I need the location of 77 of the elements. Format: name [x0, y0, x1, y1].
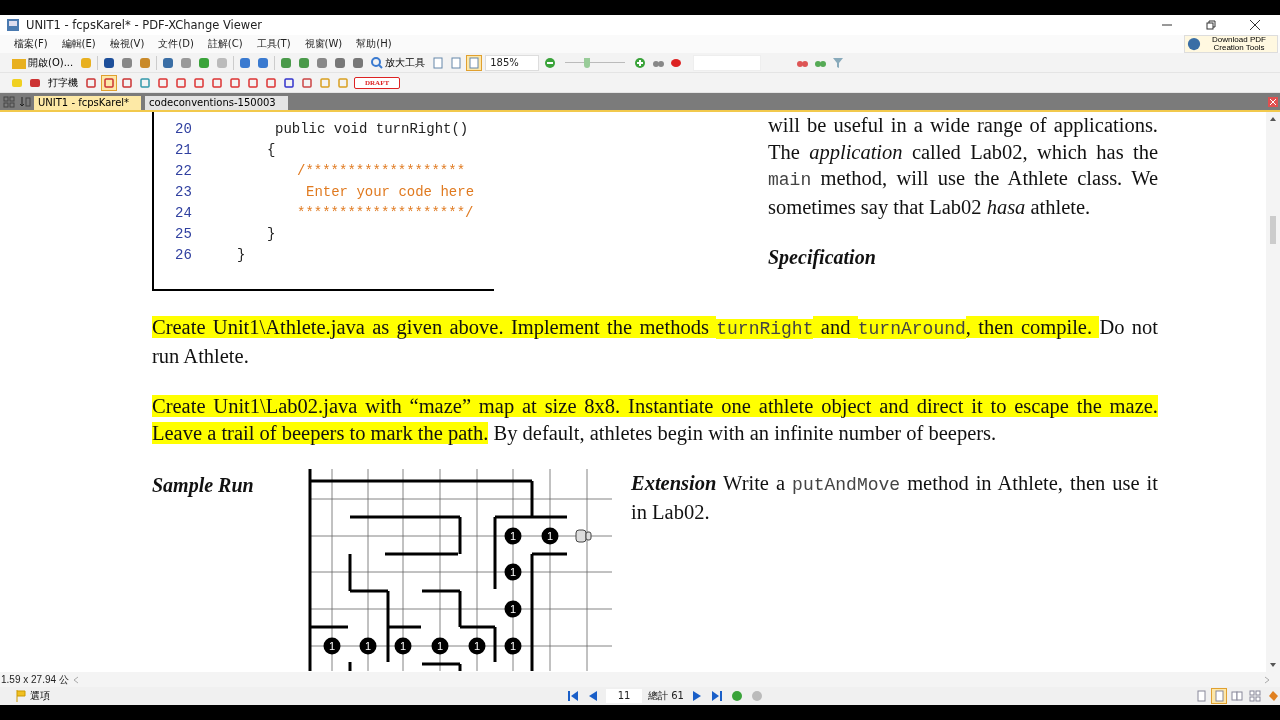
- paragraph: Create Unit1\Lab02.java with “maze” map at size 8x8. Instantiate one athlete object and direct it to escape the maze. Leave a trail of beepers to mark the path. By default, athletes begin with an infinite number of beepers.: [152, 394, 1158, 446]
- menu-item[interactable]: 幫助(H): [356, 37, 392, 51]
- beeper: 1: [504, 637, 522, 655]
- beeper: 1: [323, 637, 341, 655]
- fit-page-icon[interactable]: [449, 55, 464, 70]
- line-number: 23: [174, 183, 193, 203]
- sort-icon[interactable]: [18, 94, 32, 109]
- beeper: 1: [504, 527, 522, 545]
- grid-pages-icon[interactable]: [1248, 689, 1262, 703]
- code-line: ********************/: [297, 204, 474, 224]
- line-number: 26: [174, 246, 193, 266]
- scroll-up-icon[interactable]: [1269, 115, 1277, 123]
- line-number: 22: [174, 162, 193, 182]
- menu-item[interactable]: 文件(D): [158, 37, 194, 51]
- continuous-page-icon[interactable]: [1212, 689, 1226, 703]
- grid-icon[interactable]: [2, 94, 16, 109]
- menu-item[interactable]: 視窗(W): [304, 37, 343, 51]
- restore-icon[interactable]: [1206, 20, 1216, 30]
- beeper: 1: [431, 637, 449, 655]
- code-line: public void turnRight(): [275, 120, 469, 140]
- section-heading: Sample Run: [152, 473, 255, 499]
- zoom-in-icon[interactable]: [633, 55, 648, 70]
- app-icon: [6, 18, 20, 32]
- beeper: 1: [468, 637, 486, 655]
- flag-icon: [16, 690, 26, 702]
- scroll-left-icon[interactable]: [71, 675, 80, 684]
- beeper: 1: [394, 637, 412, 655]
- single-page-icon[interactable]: [1194, 689, 1208, 703]
- window-title: UNIT1 - fcpsKarel* - PDF-XChange Viewer: [26, 18, 263, 32]
- first-page-icon[interactable]: [566, 689, 580, 703]
- search-icon: [371, 56, 384, 69]
- beeper: 1: [359, 637, 377, 655]
- page-number-field[interactable]: 11: [606, 689, 642, 703]
- open-button[interactable]: 開啟(O)...: [10, 55, 76, 70]
- typewriter-button[interactable]: 打字機: [46, 75, 80, 90]
- download-tools-button[interactable]: Download PDF Creation Tools: [1184, 35, 1278, 53]
- menu-item[interactable]: 工具(T): [256, 37, 291, 51]
- close-icon[interactable]: [1250, 20, 1260, 30]
- zoom-out-icon[interactable]: [543, 55, 558, 70]
- scroll-down-icon[interactable]: [1269, 661, 1277, 669]
- zoom-field[interactable]: 185%: [485, 54, 540, 71]
- facing-pages-icon[interactable]: [1230, 689, 1244, 703]
- robot-icon: [575, 529, 592, 543]
- page-dimensions: 1.59 x 27.94 公: [0, 672, 69, 687]
- menu-item[interactable]: 編輯(E): [61, 37, 96, 51]
- scroll-right-icon[interactable]: [1263, 675, 1271, 684]
- paragraph: Extension Write a putAndMove method in Athlete, then use it in Lab02.: [631, 471, 1158, 525]
- last-page-icon[interactable]: [709, 689, 724, 703]
- code-line: }: [237, 246, 246, 266]
- line-number: 24: [174, 204, 193, 224]
- code-line: {: [267, 141, 276, 161]
- code-line: /*******************: [297, 162, 466, 182]
- search-field[interactable]: [693, 54, 762, 71]
- filter-icon[interactable]: [831, 55, 846, 70]
- line-number: 20: [174, 120, 193, 140]
- beeper: 1: [504, 600, 522, 618]
- line-number: 25: [174, 225, 193, 245]
- beeper: 1: [541, 527, 559, 545]
- code-line: Enter your code here: [306, 183, 475, 203]
- actual-size-icon[interactable]: [431, 55, 446, 70]
- menu-item[interactable]: 檔案(F): [14, 37, 48, 51]
- menu-item[interactable]: 註解(C): [207, 37, 243, 51]
- menu-item[interactable]: 檢視(V): [109, 37, 145, 51]
- beeper: 1: [504, 563, 522, 581]
- document-tab[interactable]: UNIT1 - fcpsKarel*: [34, 96, 142, 110]
- fit-width-icon[interactable]: [467, 55, 482, 70]
- options-button[interactable]: 選項: [10, 688, 56, 704]
- zoom-tool-button[interactable]: 放大工具: [369, 55, 428, 70]
- section-heading: Specification: [768, 245, 877, 271]
- page-count: 總計 61: [648, 689, 684, 703]
- paragraph: will be useful in a wide range of applications. The application called Lab02, which has the main method, will use the Athlete class. We sometimes say that Lab02 hasa athlete.: [768, 113, 1158, 220]
- document-tab[interactable]: codeconventions-150003: [145, 96, 288, 110]
- slider-thumb[interactable]: [584, 57, 591, 68]
- line-number: 21: [174, 141, 193, 161]
- paragraph: Create Unit1\Athlete.java as given above. Implement the methods turnRight and turnAround, then compile. Do not run Athlete.: [152, 315, 1158, 369]
- scrollbar-thumb[interactable]: [1270, 216, 1276, 244]
- code-line: }: [267, 225, 276, 245]
